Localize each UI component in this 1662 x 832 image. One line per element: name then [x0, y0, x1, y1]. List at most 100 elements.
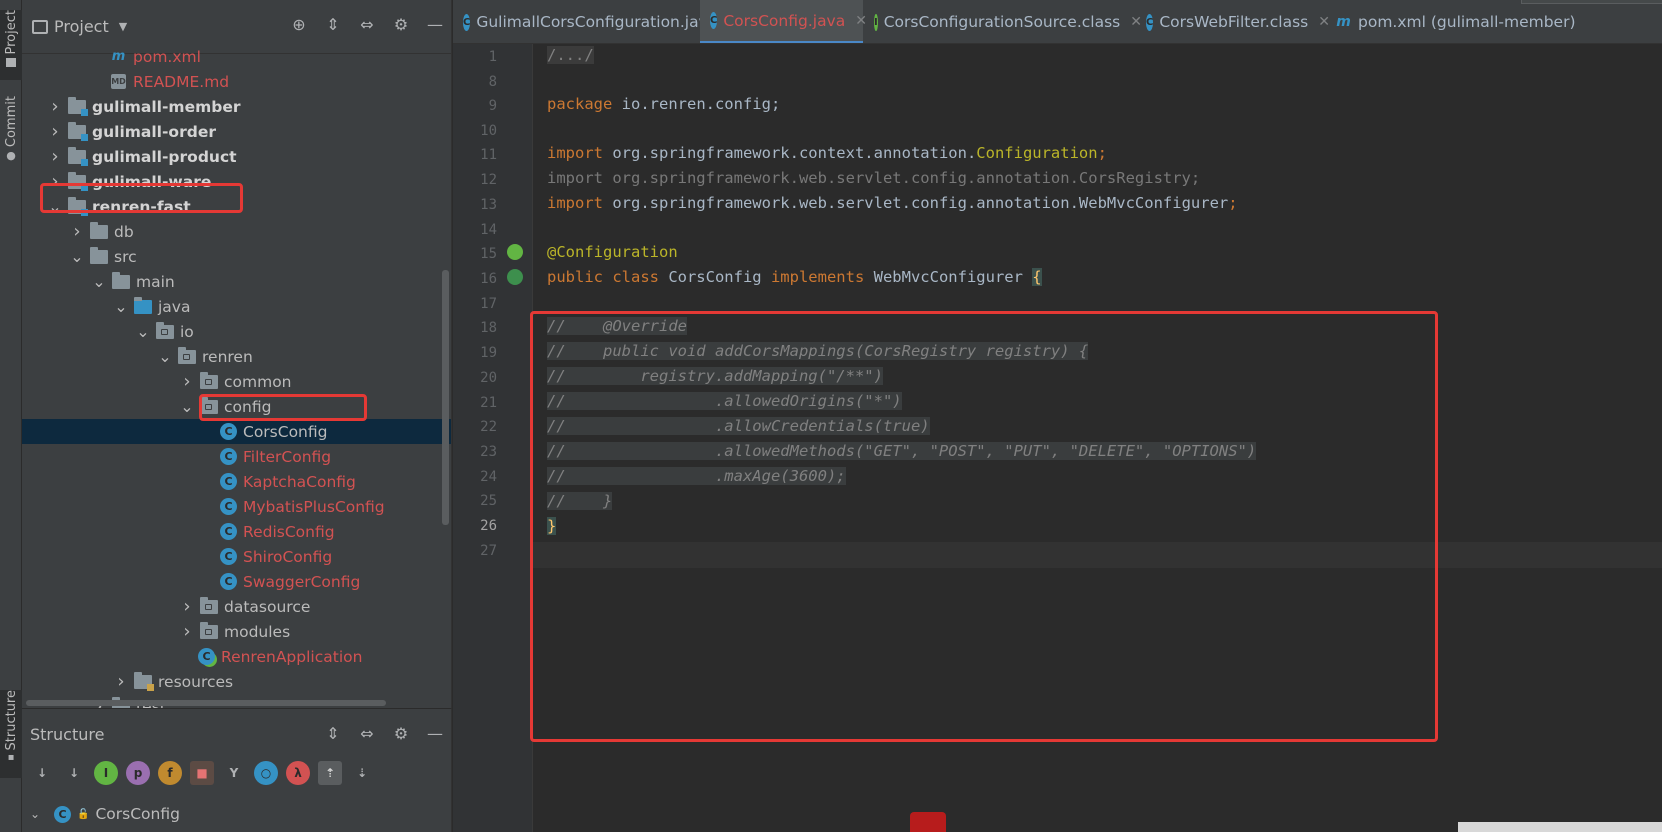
tree-item-resources[interactable]: › resources — [22, 669, 451, 694]
inherited-icon[interactable]: I — [94, 761, 118, 785]
spring-bean-icon[interactable] — [507, 244, 523, 260]
code-editor[interactable]: 1 8 9 10 11 12 13 14 15 16 17 18 19 20 21 22 23 24 25 26 27 … — [453, 44, 1662, 832]
bottom-scroll-edge — [1458, 822, 1662, 832]
tree-item-label: gulimall-member — [92, 97, 241, 116]
code-line-21: // .allowedOrigins("*") — [547, 388, 902, 414]
comment-text: // .allowCredentials(true) — [547, 417, 930, 435]
chevron-down-icon[interactable]: ▼ — [119, 20, 127, 33]
minimize-icon[interactable]: — — [425, 14, 445, 34]
collapse-all-icon[interactable]: ⇔ — [357, 723, 377, 743]
open-brace: { — [1032, 268, 1042, 286]
editor-tab[interactable]: C CorsConfig.java ✕ — [700, 0, 867, 43]
editor-tab[interactable]: C CorsWebFilter.class ✕ — [1136, 0, 1330, 43]
comment-text: // .allowedOrigins("*") — [547, 392, 902, 410]
comment-text: // @Override — [547, 317, 687, 335]
chevron-right-icon[interactable]: › — [48, 121, 62, 142]
properties-icon[interactable]: p — [126, 761, 150, 785]
tree-item-db[interactable]: › db — [22, 219, 451, 244]
tree-item-gulimall-member[interactable]: › gulimall-member — [22, 94, 451, 119]
tree-item-java[interactable]: ⌄ java — [22, 294, 451, 319]
commit-tool-button[interactable]: Commit ● — [0, 96, 22, 168]
chevron-down-icon[interactable]: ⌄ — [158, 347, 172, 366]
chevron-down-icon[interactable]: ⌄ — [114, 297, 128, 316]
chevron-down-icon[interactable]: ⌄ — [180, 397, 194, 416]
autoscroll-to-source-icon[interactable]: ⇡ — [318, 761, 342, 785]
tab-label: pom.xml (gulimall-member) — [1358, 13, 1576, 31]
structure-tool-button[interactable]: Structure ▪ — [0, 690, 22, 778]
anonymous-classes-icon[interactable]: Y — [222, 761, 246, 785]
line-number: 12 — [480, 172, 497, 188]
sort-visibility-icon[interactable]: ↓ — [30, 761, 54, 785]
fields-icon[interactable]: f — [158, 761, 182, 785]
tree-item-renren-fast[interactable]: ⌄ renren-fast — [22, 194, 451, 219]
chevron-right-icon[interactable]: › — [114, 671, 128, 692]
tree-item-common[interactable]: › common — [22, 369, 451, 394]
tree-item-renren[interactable]: ⌄ renren — [22, 344, 451, 369]
minimize-icon[interactable]: — — [425, 723, 445, 743]
lambda-icon[interactable]: λ — [286, 761, 310, 785]
chevron-down-icon[interactable]: ⌄ — [92, 272, 106, 291]
current-line-highlight — [533, 542, 1662, 568]
chevron-right-icon[interactable]: › — [180, 596, 194, 617]
editor-tab[interactable]: m pom.xml (gulimall-member) — [1325, 0, 1662, 43]
gear-icon[interactable]: ⚙ — [391, 723, 411, 743]
editor-tab[interactable]: I CorsConfigurationSource.class ✕ — [864, 0, 1142, 43]
expand-all-icon[interactable]: ⇕ — [323, 14, 343, 34]
tree-item-io[interactable]: ⌄ io — [22, 319, 451, 344]
code-line-12: import org.springframework.web.servlet.c… — [547, 169, 1201, 187]
semicolon: ; — [1228, 194, 1238, 212]
folded-imports[interactable]: /.../ — [547, 46, 594, 64]
sort-alpha-icon[interactable]: ↓ — [62, 761, 86, 785]
line-number: 8 — [488, 74, 497, 90]
chevron-down-icon[interactable]: ⌄ — [70, 247, 84, 266]
floating-indicator[interactable] — [910, 812, 946, 832]
tree-item-main[interactable]: ⌄ main — [22, 269, 451, 294]
chevron-right-icon[interactable]: › — [48, 171, 62, 192]
tree-item-redisconfig[interactable]: C RedisConfig — [22, 519, 451, 544]
project-tool-button[interactable]: Project — [0, 10, 22, 80]
tree-item-kaptchaconfig[interactable]: C KaptchaConfig — [22, 469, 451, 494]
tree-vertical-scrollbar[interactable] — [442, 270, 449, 525]
collapse-all-icon[interactable]: ⇔ — [357, 14, 377, 34]
tree-item-label: gulimall-product — [92, 147, 237, 166]
tree-item-src[interactable]: ⌄ src — [22, 244, 451, 269]
code-line-22: // .allowCredentials(true) — [547, 413, 930, 439]
comment-text: // .allowedMethods("GET", "POST", "PUT",… — [547, 442, 1257, 460]
tree-item-pom-xml[interactable]: m pom.xml — [22, 44, 451, 69]
chevron-down-icon[interactable]: ⌄ — [28, 807, 42, 821]
tree-item-readme-md[interactable]: MD README.md — [22, 69, 451, 94]
chevron-down-icon[interactable]: ⌄ — [48, 197, 62, 216]
tree-item-config[interactable]: ⌄ config — [22, 394, 451, 419]
tree-item-gulimall-order[interactable]: › gulimall-order — [22, 119, 451, 144]
tree-item-swaggerconfig[interactable]: C SwaggerConfig — [22, 569, 451, 594]
chevron-right-icon[interactable]: › — [180, 621, 194, 642]
keyword: public class — [547, 268, 659, 286]
tree-item-renrenapplication[interactable]: C RenrenApplication — [22, 644, 451, 669]
chevron-right-icon[interactable]: › — [48, 146, 62, 167]
chevron-down-icon[interactable]: ⌄ — [136, 322, 150, 341]
class-icon: C — [54, 805, 71, 823]
implemented-icon[interactable] — [507, 269, 523, 285]
circle-icon[interactable]: ○ — [254, 761, 278, 785]
tree-item-corsconfig[interactable]: C CorsConfig — [22, 419, 451, 444]
tree-item-gulimall-product[interactable]: › gulimall-product — [22, 144, 451, 169]
autoscroll-from-source-icon[interactable]: ⇣ — [350, 761, 374, 785]
tree-item-modules[interactable]: › modules — [22, 619, 451, 644]
tree-horizontal-scrollbar[interactable] — [26, 700, 386, 706]
tree-item-gulimall-ware[interactable]: › gulimall-ware — [22, 169, 451, 194]
tree-item-shiroconfig[interactable]: C ShiroConfig — [22, 544, 451, 569]
lock-icon[interactable]: ■ — [190, 761, 214, 785]
structure-tree-root[interactable]: ⌄ C 🔓 CorsConfig — [28, 805, 180, 823]
chevron-right-icon[interactable]: › — [70, 221, 84, 242]
package-name: org.springframework.context.annotation. — [603, 144, 977, 162]
tab-label: CorsConfig.java — [723, 11, 846, 30]
editor-tab[interactable]: C GulimallCorsConfiguration.java — [453, 0, 717, 43]
tree-item-filterconfig[interactable]: C FilterConfig — [22, 444, 451, 469]
tree-item-datasource[interactable]: › datasource — [22, 594, 451, 619]
expand-all-icon[interactable]: ⇕ — [323, 723, 343, 743]
tree-item-mybatisplusconfig[interactable]: C MybatisPlusConfig — [22, 494, 451, 519]
gear-icon[interactable]: ⚙ — [391, 14, 411, 34]
chevron-right-icon[interactable]: › — [48, 96, 62, 117]
locate-icon[interactable]: ⊕ — [289, 14, 309, 34]
chevron-right-icon[interactable]: › — [180, 371, 194, 392]
